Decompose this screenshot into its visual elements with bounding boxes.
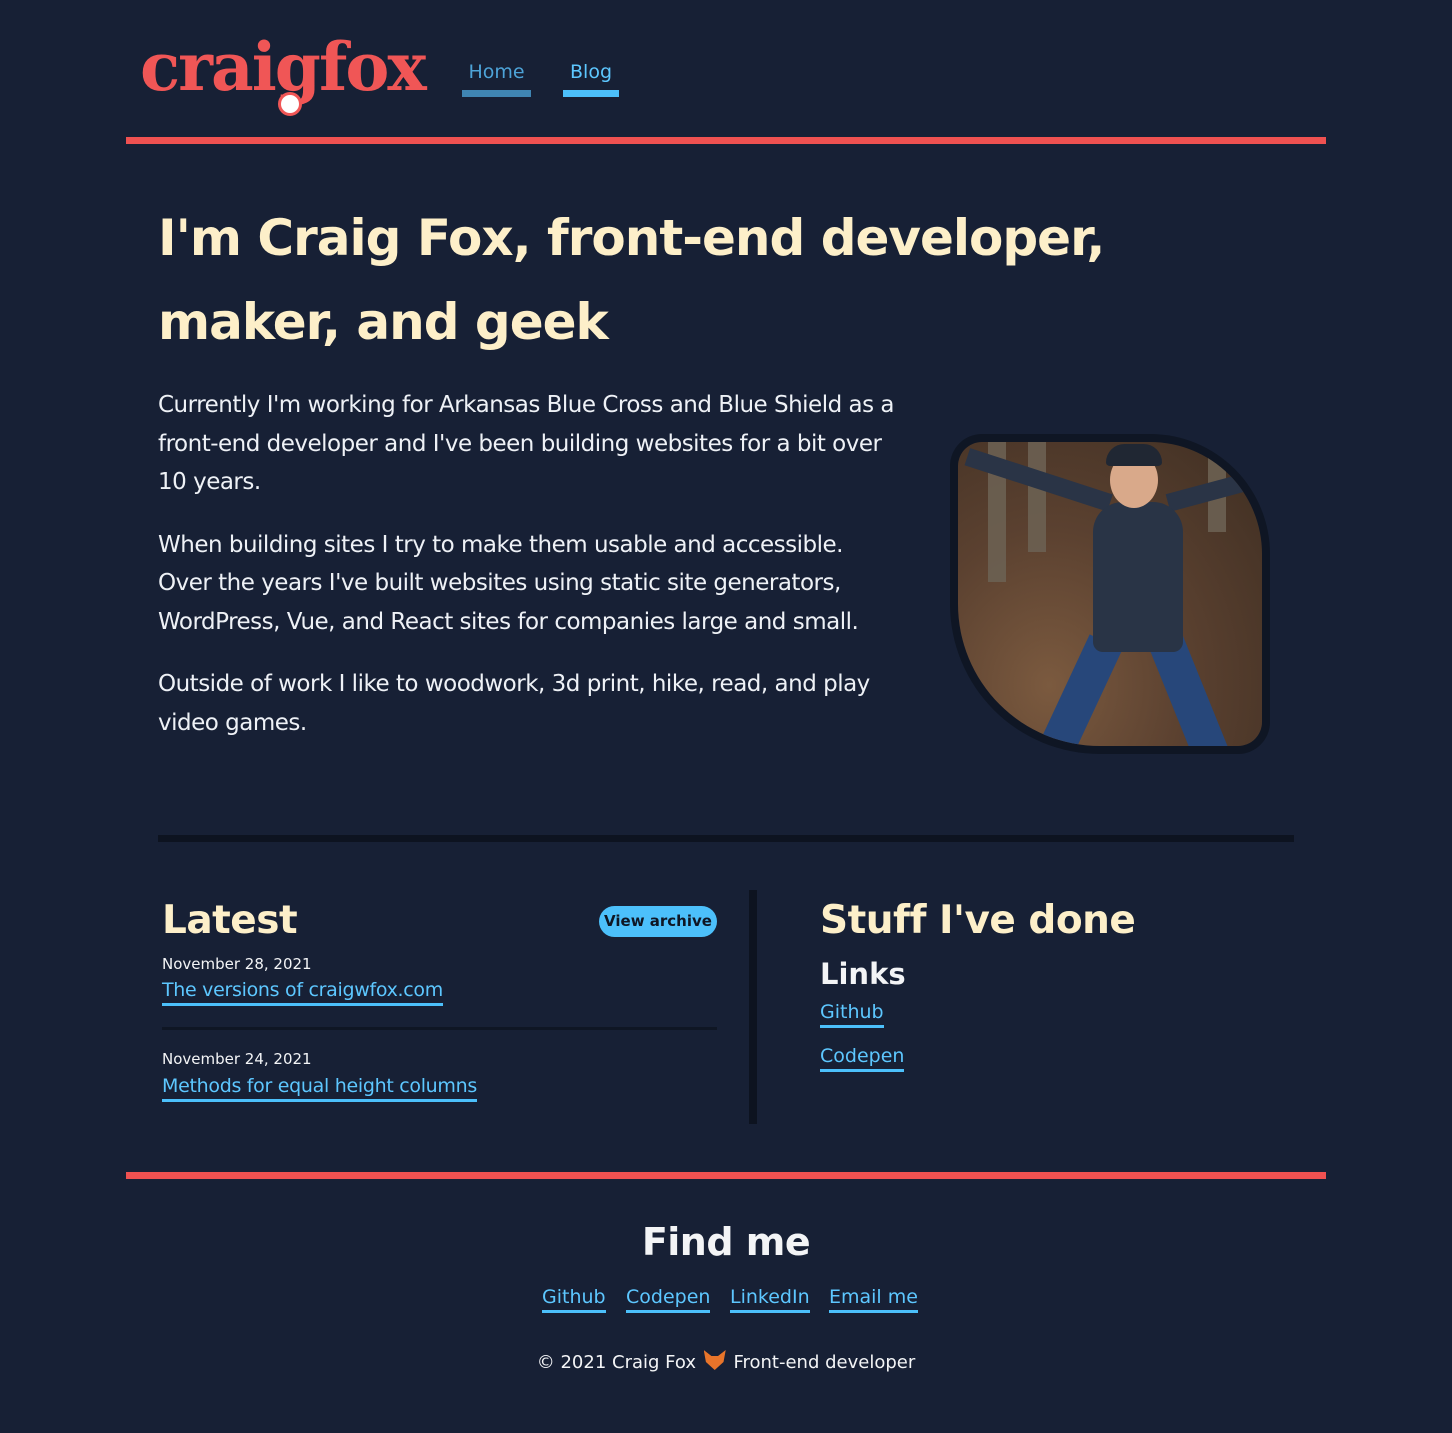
post-separator [162,1027,717,1030]
stuff-heading: Stuff I've done [820,898,1136,943]
column-divider [749,890,757,1124]
bio: Currently I'm working for Arkansas Blue … [158,386,903,766]
post-link[interactable]: Methods for equal height columns [162,1073,477,1102]
find-me-heading: Find me [641,1220,811,1264]
header-divider [126,137,1326,144]
profile-photo-frame [950,434,1270,754]
photo-person-body [1093,502,1183,652]
bio-paragraph: When building sites I try to make them u… [158,531,859,635]
footer-github-link[interactable]: Github [542,1284,606,1313]
fox-icon [703,1350,726,1370]
copyright-text: © 2021 Craig Fox [536,1352,696,1373]
copyright: © 2021 Craig Fox Front-end developer [0,1350,1452,1375]
copyright-role: Front-end developer [733,1352,916,1373]
footer-codepen-link[interactable]: Codepen [626,1284,711,1313]
codepen-link[interactable]: Codepen [820,1043,905,1072]
footer-divider [126,1172,1326,1179]
latest-heading: Latest [162,898,298,943]
page: craigfox Home Blog I'm Craig Fox, front-… [0,0,1452,1433]
post-link[interactable]: The versions of craigwfox.com [162,977,443,1006]
post-date: November 28, 2021 [162,955,312,973]
github-link[interactable]: Github [820,999,884,1028]
hero-title: I'm Craig Fox, front-end developer, make… [158,209,1105,351]
section-divider [158,835,1294,842]
profile-photo [958,442,1262,746]
bio-paragraph: Currently I'm working for Arkansas Blue … [158,392,895,495]
photo-tree [1028,442,1046,552]
photo-person-cap [1106,444,1162,466]
fox-tail-icon [278,92,302,116]
nav-home-link[interactable]: Home [462,58,531,97]
links-heading: Links [820,957,906,991]
view-archive-button[interactable]: View archive [599,906,717,937]
post-date: November 24, 2021 [162,1050,312,1068]
nav-blog-link[interactable]: Blog [563,58,619,97]
footer-email-link[interactable]: Email me [829,1284,918,1313]
footer-linkedin-link[interactable]: LinkedIn [730,1284,810,1313]
bio-paragraph: Outside of work I like to woodwork, 3d p… [158,671,870,736]
